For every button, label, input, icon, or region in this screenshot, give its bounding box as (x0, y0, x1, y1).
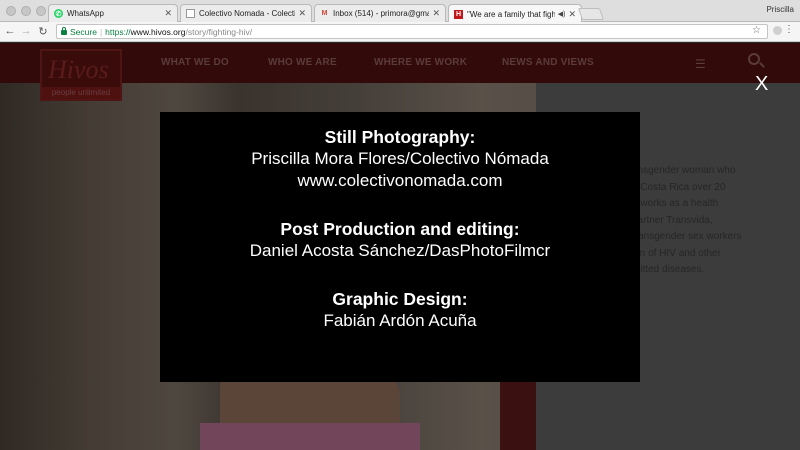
credit-block-photography: Still Photography: Priscilla Mora Flores… (160, 126, 640, 192)
browser-toolbar: ← → ↻ Secure | https://www.hivos.org/sto… (0, 22, 800, 42)
tab-hivos-story[interactable]: H "We are a family that fights ◀) ✕ (448, 4, 582, 23)
browser-menu-icon[interactable]: ⋮ (784, 25, 794, 35)
speaker-icon[interactable]: ◀) (558, 10, 566, 18)
separator: | (99, 26, 103, 37)
profile-name[interactable]: Priscilla (766, 5, 794, 14)
credit-line: www.colectivonomada.com (297, 171, 503, 190)
extension-icon[interactable] (773, 26, 782, 35)
credit-line: Daniel Acosta Sánchez/DasPhotoFilmcr (249, 241, 551, 260)
tab-gmail-inbox[interactable]: M Inbox (514) - primora@gmail.c ✕ (314, 4, 446, 22)
tab-title: Inbox (514) - primora@gmail.c (333, 9, 430, 18)
credit-line: Fabián Ardón Acuña (323, 311, 477, 330)
tab-title: WhatsApp (67, 9, 104, 18)
close-modal-button[interactable]: X (755, 74, 768, 94)
lock-icon (61, 27, 67, 35)
secure-indicator[interactable]: Secure (61, 27, 97, 37)
close-tab-icon[interactable]: ✕ (298, 8, 306, 19)
close-window-button[interactable] (6, 6, 16, 16)
tab-whatsapp[interactable]: ✆ WhatsApp ✕ (48, 4, 178, 22)
browser-tab-bar: ✆ WhatsApp ✕ Colectivo Nomada - Colectiv… (0, 0, 800, 23)
tab-colectivo-nomada[interactable]: Colectivo Nomada - Colectivo ✕ (180, 4, 312, 22)
address-bar[interactable]: Secure | https://www.hivos.org/story/fig… (56, 24, 768, 39)
url-host: www.hivos.org (130, 26, 186, 37)
tab-title: Colectivo Nomada - Colectivo (199, 9, 296, 18)
new-tab-button[interactable] (577, 8, 605, 20)
page-icon (186, 9, 195, 18)
web-page: WHAT WE DO WHO WE ARE WHERE WE WORK NEWS… (0, 43, 800, 450)
reload-icon[interactable]: ↻ (37, 25, 49, 38)
window-controls (6, 6, 46, 16)
minimize-window-button[interactable] (21, 6, 31, 16)
close-tab-icon[interactable]: ✕ (164, 8, 172, 19)
back-arrow-icon[interactable]: ← (4, 25, 16, 37)
credit-heading: Post Production and editing: (280, 219, 520, 239)
whatsapp-icon: ✆ (54, 9, 63, 18)
close-tab-icon[interactable]: ✕ (432, 8, 440, 19)
tab-title: "We are a family that fights (467, 9, 555, 19)
credit-heading: Still Photography: (324, 127, 476, 147)
credits-modal: Still Photography: Priscilla Mora Flores… (160, 112, 640, 382)
credit-block-post-production: Post Production and editing: Daniel Acos… (160, 218, 640, 262)
secure-label: Secure (70, 26, 97, 37)
hivos-icon: H (454, 9, 463, 19)
maximize-window-button[interactable] (36, 6, 46, 16)
forward-arrow-icon[interactable]: → (20, 25, 32, 37)
credit-heading: Graphic Design: (332, 289, 468, 309)
url-path: /story/fighting-hiv/ (185, 26, 253, 37)
credit-block-graphic-design: Graphic Design: Fabián Ardón Acuña (160, 288, 640, 332)
gmail-icon: M (321, 10, 328, 17)
url-scheme: https:// (105, 26, 131, 37)
bookmark-star-icon[interactable]: ☆ (752, 25, 761, 36)
close-tab-icon[interactable]: ✕ (568, 9, 576, 20)
credit-line: Priscilla Mora Flores/Colectivo Nómada (251, 149, 549, 168)
